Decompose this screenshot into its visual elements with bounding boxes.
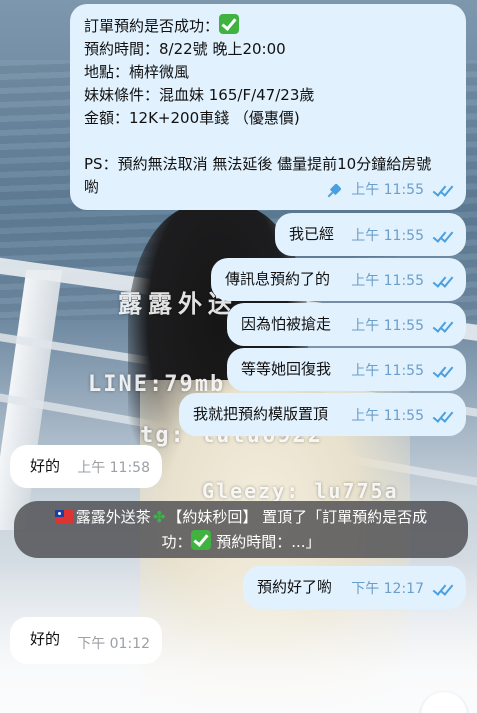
- message-bubble-outgoing[interactable]: 傳訊息預約了的 上午 11:55: [211, 258, 466, 301]
- banner-text: 功：: [161, 533, 192, 551]
- message-line: [84, 130, 452, 153]
- message-bubble-outgoing[interactable]: 等等她回復我 上午 11:55: [227, 348, 466, 391]
- message-bubble-outgoing[interactable]: 因為怕被搶走 上午 11:55: [227, 303, 466, 346]
- banner-action: 置頂了「訂單預約是否成: [257, 508, 428, 526]
- message-text: 等等她回復我: [241, 360, 332, 378]
- pinned-message-banner[interactable]: 露露外送茶 ✤ 【約妹秒回】 置頂了「訂單預約是否成 功： 預約時間：...」: [14, 501, 468, 558]
- message-line: PS：預約無法取消 無法延後 儘量提前10分鐘給房號: [84, 155, 432, 173]
- message-time: 上午 11:55: [351, 228, 424, 244]
- check-mark-button-icon: [191, 530, 212, 550]
- message-text: 我就把預約模版置頂: [193, 405, 329, 423]
- message-meta: 上午 11:55: [351, 405, 454, 428]
- message-meta: 下午 01:12: [77, 633, 150, 656]
- taiwan-flag-icon: [54, 510, 73, 523]
- message-bubble-incoming[interactable]: 好的 上午 11:58: [10, 445, 162, 488]
- banner-line: 功： 預約時間：...」: [14, 530, 468, 555]
- message-text: 因為怕被搶走: [241, 315, 332, 333]
- message-time: 上午 11:55: [351, 363, 424, 379]
- message-bubble-outgoing[interactable]: 訂單預約是否成功： 預約時間：8/22號 晚上20:00 地點：楠梓微風 妹妹條…: [70, 4, 466, 210]
- message-line: 金額：12K+200車錢 （優惠價): [84, 109, 300, 127]
- check-mark-button-icon: [219, 14, 240, 34]
- message-meta: 上午 11:55: [351, 360, 454, 383]
- double-check-icon: [430, 275, 454, 289]
- message-text: 好的: [30, 457, 61, 475]
- message-meta: 上午 11:55: [351, 315, 454, 338]
- message-time: 下午 12:17: [351, 581, 424, 597]
- watermark-text: Gleezy: lu775a: [202, 479, 399, 503]
- message-meta: 上午 11:55: [351, 270, 454, 293]
- message-bubble-outgoing[interactable]: 我已經 上午 11:55: [275, 213, 466, 256]
- message-time: 上午 11:55: [351, 182, 424, 198]
- message-time: 上午 11:55: [351, 318, 424, 334]
- message-time: 上午 11:55: [351, 408, 424, 424]
- double-check-icon: [430, 320, 454, 334]
- message-text: 好的: [30, 630, 61, 648]
- four-leaf-clover-icon: ✤: [152, 508, 166, 526]
- message-line: 妹妹條件：混血妹 165/F/47/23歲: [84, 86, 315, 104]
- message-meta: 下午 12:17: [351, 578, 454, 601]
- message-time: 上午 11:55: [351, 273, 424, 289]
- message-line: 訂單預約是否成功：: [84, 14, 452, 38]
- banner-sender: 露露外送茶: [75, 508, 151, 526]
- message-bubble-outgoing[interactable]: 我就把預約模版置頂 上午 11:55: [179, 393, 466, 436]
- message-bubble-outgoing[interactable]: 預約好了喲 下午 12:17: [243, 566, 466, 609]
- message-text: 預約好了喲: [257, 578, 333, 596]
- message-time: 下午 01:12: [77, 636, 150, 652]
- banner-text: 預約時間：...」: [211, 533, 321, 551]
- message-line: 預約時間：8/22號 晚上20:00: [84, 40, 286, 58]
- double-check-icon: [430, 583, 454, 597]
- message-bubble-incoming[interactable]: 好的 下午 01:12: [10, 617, 162, 664]
- message-meta: 上午 11:55: [327, 179, 454, 202]
- banner-tag: 【約妹秒回】: [167, 508, 258, 526]
- message-meta: 上午 11:55: [351, 225, 454, 248]
- banner-line: 露露外送茶 ✤ 【約妹秒回】 置頂了「訂單預約是否成: [14, 505, 468, 530]
- double-check-icon: [430, 365, 454, 379]
- pin-icon: [324, 181, 344, 201]
- message-text: 我已經: [289, 225, 335, 243]
- double-check-icon: [430, 410, 454, 424]
- message-line: 地點：楠梓微風: [84, 63, 190, 81]
- double-check-icon: [430, 230, 454, 244]
- message-text: 傳訊息預約了的: [225, 270, 331, 288]
- message-time: 上午 11:58: [77, 460, 150, 476]
- double-check-icon: [430, 184, 454, 198]
- message-meta: 上午 11:58: [77, 457, 150, 480]
